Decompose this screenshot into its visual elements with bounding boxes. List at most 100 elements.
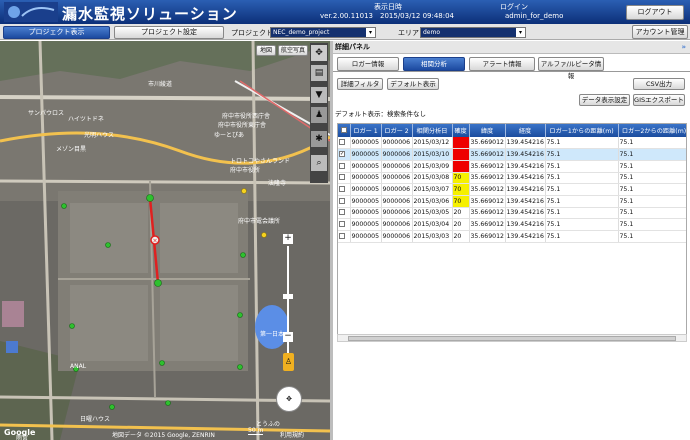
cell-accuracy: 88 [452, 148, 470, 161]
cell-date: 2015/03/07 [412, 183, 453, 196]
table-row[interactable]: 9000005 9000006 2015/03/04 20 35.669012 139.4… [338, 218, 686, 231]
csv-output-button[interactable]: CSV出力 [633, 78, 685, 90]
row-checkbox[interactable] [338, 172, 351, 185]
tab-logger-info[interactable]: ロガー情報 [337, 57, 399, 71]
cell-logger1: 9000005 [350, 137, 382, 150]
gis-export-button[interactable]: GISエクスポート [633, 94, 685, 106]
table-row[interactable]: 9000005 9000006 2015/03/05 20 35.669012 139.4… [338, 207, 686, 220]
row-checkbox[interactable] [338, 218, 351, 231]
area-label: エリア [398, 29, 419, 37]
cell-d1: 75.1 [545, 160, 619, 173]
map-view[interactable]: × 市川綾道 サンパウロス ハイツトドネ 光明ハウス メゾン目黒 府中市役所西庁… [0, 41, 330, 440]
layer-icon[interactable]: ▤ [311, 65, 327, 81]
detail-filter-button[interactable]: 詳細フィルタ [337, 78, 383, 90]
account-management-button[interactable]: アカウント管理 [632, 25, 688, 39]
cell-logger1: 9000005 [350, 172, 382, 185]
search-icon[interactable]: ⌕ [311, 155, 327, 171]
app-logo [4, 2, 58, 22]
cell-d1: 75.1 [545, 183, 619, 196]
row-checkbox-box[interactable] [339, 139, 345, 146]
terms-link[interactable]: 利用規約 [280, 430, 304, 439]
row-checkbox-box[interactable] [339, 232, 345, 239]
zoom-track[interactable] [287, 246, 289, 366]
default-view-button[interactable]: デフォルト表示 [387, 78, 439, 90]
pan-icon[interactable]: ✥ [311, 45, 327, 61]
tab-project-view[interactable]: プロジェクト表示 [3, 26, 110, 39]
area-select-value: demo [423, 29, 441, 36]
expand-icon[interactable]: » [681, 41, 686, 53]
map-label: 府中市役所 [230, 167, 261, 174]
column-header[interactable]: 経度 [505, 124, 546, 137]
column-header[interactable]: 緯度 [469, 124, 506, 137]
cell-date: 2015/03/12 [412, 137, 453, 150]
toolbar: プロジェクト表示 プロジェクト設定 プロジェクト NEC_demo_projec… [0, 24, 690, 40]
data-settings-button[interactable]: データ表示設定 [579, 94, 630, 106]
zoom-in-icon[interactable]: + [283, 234, 293, 244]
table-row[interactable]: 9000005 9000006 2015/03/03 20 35.669012 139.4… [338, 230, 686, 243]
row-checkbox[interactable] [338, 183, 351, 196]
table-row[interactable]: 9000005 9000006 2015/03/08 70 35.669012 139.4… [338, 172, 686, 185]
cell-d2: 75.1 [618, 207, 686, 220]
table-row[interactable]: 9000005 9000006 2015/03/07 70 35.669012 139.4… [338, 183, 686, 196]
row-checkbox-box[interactable] [339, 197, 345, 204]
row-checkbox-box[interactable] [339, 174, 345, 181]
cell-date: 2015/03/04 [412, 218, 453, 231]
row-checkbox-box[interactable] [339, 162, 345, 169]
map-label: 第一日本 [260, 331, 285, 338]
tab-correlation[interactable]: 相関分析 [403, 57, 465, 71]
column-header[interactable]: ロガー 2 [381, 124, 413, 137]
zoom-handle[interactable] [283, 294, 293, 299]
cell-logger2: 9000006 [381, 230, 413, 243]
row-checkbox[interactable] [338, 230, 351, 243]
row-checkbox[interactable]: ✓ [338, 148, 351, 161]
scrollbar-thumb[interactable] [348, 336, 676, 341]
cell-logger2: 9000006 [381, 160, 413, 173]
column-header[interactable]: ロガー1からの距離(m) [545, 124, 619, 137]
project-select[interactable]: NEC_demo_project ▾ [270, 27, 376, 38]
column-header[interactable]: 確度 [452, 124, 470, 137]
map-label: メゾン目黒 [56, 146, 87, 153]
map-label: トロトコやさんランド [230, 158, 291, 165]
person-icon[interactable]: ♟ [311, 107, 327, 123]
cell-d1: 75.1 [545, 218, 619, 231]
row-checkbox[interactable] [338, 137, 351, 150]
column-header[interactable]: ロガー2からの距離(m) [618, 124, 686, 137]
table-row[interactable]: 9000005 9000006 2015/03/06 70 35.669012 139.4… [338, 195, 686, 208]
tab-project-settings[interactable]: プロジェクト設定 [114, 26, 224, 39]
logout-button[interactable]: ログアウト [626, 5, 684, 20]
cell-d1: 75.1 [545, 230, 619, 243]
cell-d2: 75.1 [618, 172, 686, 185]
horizontal-scrollbar[interactable] [337, 334, 687, 342]
table-row[interactable]: 9000005 9000006 2015/03/12 88 35.669012 139.4… [338, 137, 686, 150]
column-header[interactable]: 相関分析日 [412, 124, 453, 137]
login-user: admin_for_demo [505, 12, 564, 20]
settings-icon[interactable]: ✱ [311, 131, 327, 147]
column-header[interactable]: ロガー 1 [350, 124, 382, 137]
zoom-out-icon[interactable]: − [283, 332, 293, 342]
filter-icon[interactable]: ▼ [311, 87, 327, 103]
map-label: ハイツトドネ [68, 116, 104, 123]
row-checkbox[interactable] [338, 160, 351, 173]
table-row[interactable]: 9000005 9000006 2015/03/09 88 35.669012 139.4… [338, 160, 686, 173]
area-select[interactable]: demo ▾ [420, 27, 526, 38]
tab-alert-info[interactable]: アラート情報 [469, 57, 535, 71]
cell-logger1: 9000005 [350, 195, 382, 208]
row-checkbox-box[interactable] [339, 186, 345, 193]
map-type-aerial-button[interactable]: 航空写真 [278, 45, 308, 56]
row-checkbox-box[interactable] [339, 209, 345, 216]
row-checkbox-box[interactable] [339, 221, 345, 228]
tab-alpha-info[interactable]: アルファ/ルピータ情報 [538, 57, 604, 80]
cell-date: 2015/03/06 [412, 195, 453, 208]
pan-control-icon[interactable]: ✥ [276, 386, 302, 412]
table-row[interactable]: ✓ 9000005 9000006 2015/03/10 88 35.669012 139.… [338, 148, 686, 161]
row-checkbox-box[interactable]: ✓ [339, 151, 345, 158]
map-type-map-button[interactable]: 地図 [256, 45, 276, 56]
row-checkbox[interactable] [338, 207, 351, 220]
cell-accuracy: 88 [452, 137, 470, 150]
row-checkbox[interactable] [338, 195, 351, 208]
select-all-checkbox[interactable] [338, 124, 351, 137]
cell-date: 2015/03/08 [412, 172, 453, 185]
cell-lat: 35.669012 [469, 207, 506, 220]
cell-lat: 35.669012 [469, 195, 506, 208]
street-view-icon[interactable]: ♙ [283, 353, 294, 371]
